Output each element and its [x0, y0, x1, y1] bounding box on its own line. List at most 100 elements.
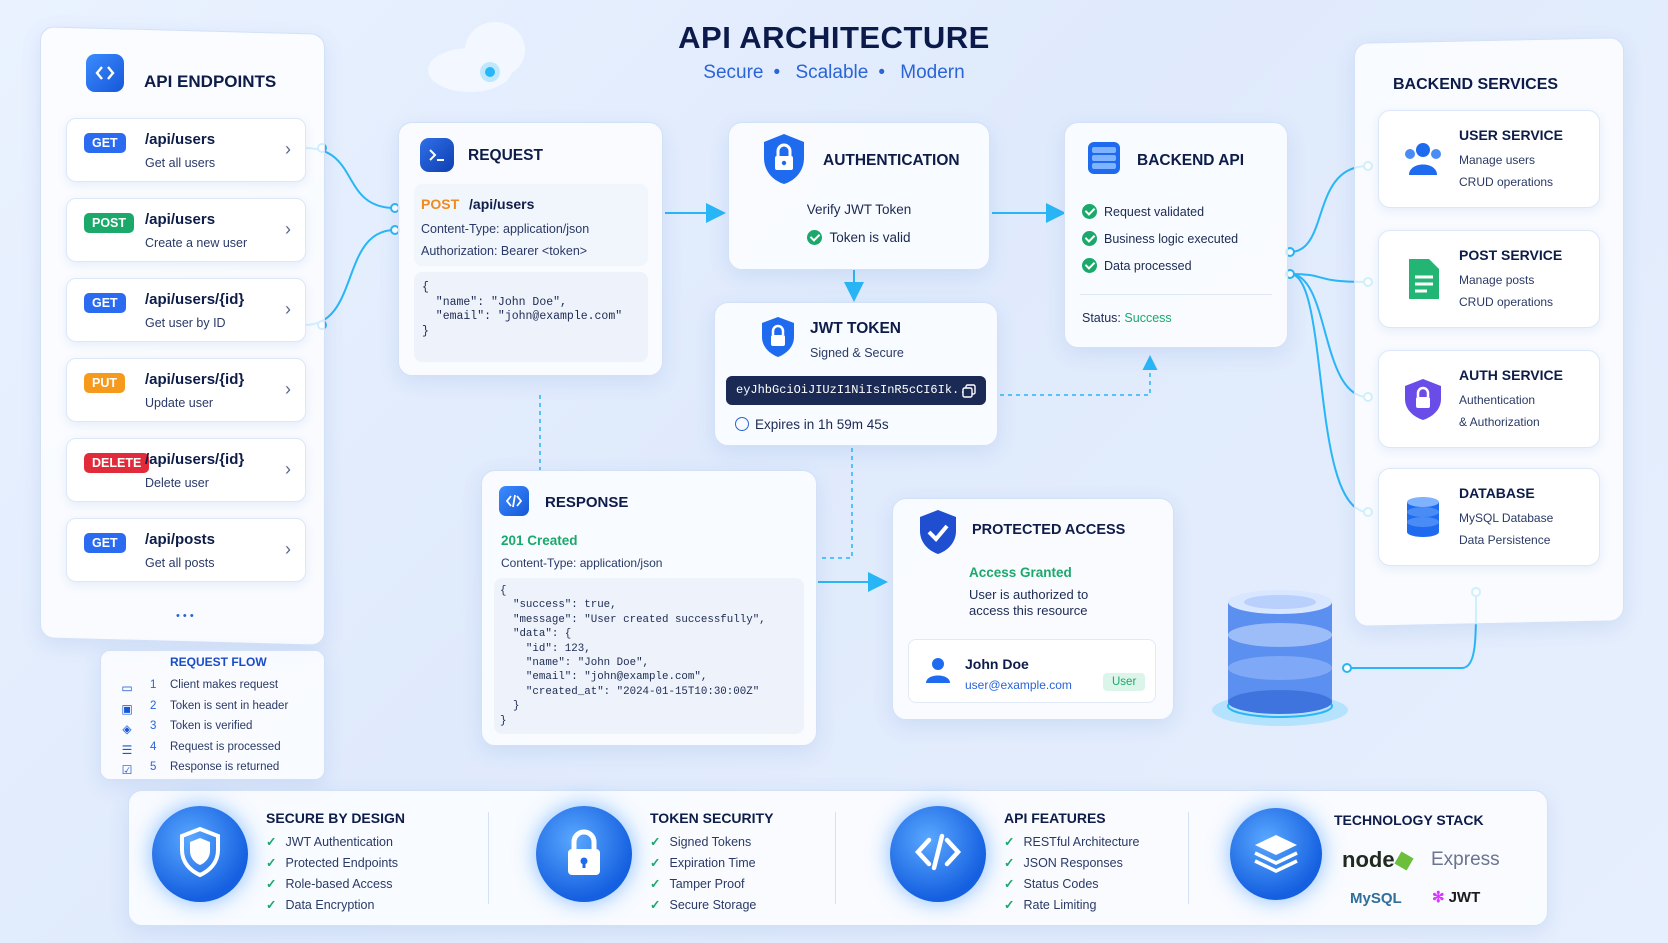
shield-icon-circle [152, 806, 248, 902]
chevron-right-icon: › [285, 459, 291, 479]
check-icon: ✓ [650, 835, 661, 849]
endpoint-desc: Create a new user [145, 236, 248, 250]
request-content-type: Content-Type: application/json [421, 222, 590, 236]
shield-icon [177, 826, 223, 883]
check-icon: ✓ [1004, 877, 1015, 891]
more-endpoints[interactable]: • • • [176, 610, 194, 622]
check-icon: ✓ [650, 856, 661, 870]
lock-icon-circle [536, 806, 632, 902]
service-desc: MySQL Database [1459, 511, 1554, 525]
backend-services-title: BACKEND SERVICES [1393, 76, 1559, 93]
endpoint-card[interactable]: POST /api/users Create a new user › [66, 198, 306, 262]
copy-icon[interactable] [962, 384, 976, 398]
check-icon: ✓ [1004, 856, 1015, 870]
code-line: } [500, 714, 507, 727]
check-icon [1082, 204, 1097, 219]
layers-icon-circle [1230, 808, 1322, 900]
feature-item: ✓ Tamper Proof [650, 877, 745, 891]
step-number: 5 [150, 761, 157, 773]
chevron-right-icon: › [285, 139, 291, 159]
step-text: Token is sent in header [170, 699, 289, 712]
user-name: John Doe [965, 656, 1029, 672]
layers-icon [1254, 835, 1298, 873]
backend-api-divider [1080, 294, 1272, 295]
service-card[interactable]: POST SERVICE Manage posts CRUD operation… [1378, 230, 1600, 328]
feature-block: TOKEN SECURITY ✓ Signed Tokens ✓ Expiration… [532, 800, 862, 920]
feature-block: SECURE BY DESIGN ✓ JWT Authentication ✓ Pro… [148, 800, 478, 920]
service-desc: & Authorization [1459, 415, 1540, 429]
endpoint-desc: Get all users [145, 156, 216, 170]
method-badge: GET [84, 133, 126, 153]
step-number: 1 [150, 679, 157, 691]
endpoint-card[interactable]: DELETE /api/users/{id} Delete user › [66, 438, 306, 502]
document-icon [1401, 257, 1445, 301]
jwt-flower-icon: ✻ [1432, 889, 1445, 906]
feature-divider [1188, 812, 1189, 904]
check-icon: ✓ [266, 877, 277, 891]
check-item: Data processed [1082, 258, 1238, 285]
response-status-code: 201 Created [501, 533, 578, 548]
jwt-token-value: eyJhbGciOiJIUzI1NiIsInR5cCI6Ik.. [736, 383, 967, 397]
request-path: /api/users [469, 196, 535, 212]
jwt-token-field[interactable]: eyJhbGciOiJIUzI1NiIsInR5cCI6Ik.. [726, 376, 986, 405]
code-line: { [422, 281, 429, 294]
user-email: user@example.com [965, 678, 1072, 692]
check-icon: ✓ [1004, 835, 1015, 849]
tag-modern: Modern [900, 62, 965, 83]
code-line: "email": "john@example.com" [422, 310, 623, 323]
jwt-token-subtitle: Signed & Secure [810, 346, 904, 360]
endpoint-desc: Get all posts [145, 556, 215, 570]
check-icon: ✓ [1004, 898, 1015, 912]
check-square-icon: ☑ [121, 763, 133, 777]
flow-step: ☑ 5 Response is returned [100, 757, 325, 778]
tech-stack-title: TECHNOLOGY STACK [1334, 812, 1484, 828]
jwt-expiry: Expires in 1h 59m 45s [735, 417, 889, 432]
method-badge: PUT [84, 373, 125, 393]
database-icon [1401, 495, 1445, 539]
method-badge: DELETE [84, 453, 150, 473]
response-content-type: Content-Type: application/json [501, 556, 663, 570]
check-icon [1082, 231, 1097, 246]
endpoint-path: /api/users/{id} [145, 451, 245, 468]
endpoint-card[interactable]: GET /api/posts Get all posts › [66, 518, 306, 582]
server-icon [1088, 142, 1120, 174]
api-endpoints-title: API ENDPOINTS [144, 72, 277, 91]
token-valid-row: Token is valid [728, 230, 990, 245]
user-row[interactable]: John Doe user@example.com User [908, 639, 1156, 703]
code-line: "id": 123, [500, 642, 591, 655]
service-card[interactable]: DATABASE MySQL Database Data Persistence [1378, 468, 1600, 566]
feature-item: ✓ Status Codes [1004, 877, 1099, 891]
code-line: "created_at": "2024-01-15T10:30:00Z" [500, 685, 760, 698]
feature-item: ✓ Data Encryption [266, 898, 375, 912]
users-icon [1401, 137, 1445, 181]
request-method: POST [421, 196, 460, 212]
check-icon: ✓ [650, 877, 661, 891]
feature-item: ✓ Expiration Time [650, 856, 756, 870]
terminal-icon [420, 138, 454, 172]
feature-item: ✓ JSON Responses [1004, 856, 1123, 870]
feature-item: ✓ Signed Tokens [650, 835, 752, 849]
shield-lock-icon [1401, 377, 1445, 421]
code-line: "name": "John Doe", [500, 657, 650, 670]
service-desc: Manage users [1459, 153, 1536, 167]
feature-divider [835, 812, 836, 904]
service-desc: Data Persistence [1459, 533, 1551, 547]
service-title: AUTH SERVICE [1459, 367, 1563, 383]
tag-scalable: Scalable [795, 62, 869, 83]
service-card[interactable]: AUTH SERVICE Authentication & Authorizat… [1378, 350, 1600, 448]
endpoint-card[interactable]: GET /api/users Get all users › [66, 118, 306, 182]
endpoint-card[interactable]: GET /api/users/{id} Get user by ID › [66, 278, 306, 342]
request-line: POST /api/users [421, 196, 534, 212]
tag-secure: Secure [703, 62, 764, 83]
protected-access-title: PROTECTED ACCESS [972, 522, 1126, 538]
feature-item: ✓ Role-based Access [266, 877, 393, 891]
lock-icon [562, 827, 606, 882]
feature-title: API FEATURES [1004, 810, 1106, 826]
code-line: "name": "John Doe", [422, 295, 567, 309]
role-badge: User [1103, 673, 1146, 691]
flow-step: ☰ 4 Request is processed [100, 737, 325, 758]
feature-title: SECURE BY DESIGN [266, 810, 405, 826]
check-icon: ✓ [650, 898, 661, 912]
service-card[interactable]: USER SERVICE Manage users CRUD operation… [1378, 110, 1600, 208]
endpoint-card[interactable]: PUT /api/users/{id} Update user › [66, 358, 306, 422]
